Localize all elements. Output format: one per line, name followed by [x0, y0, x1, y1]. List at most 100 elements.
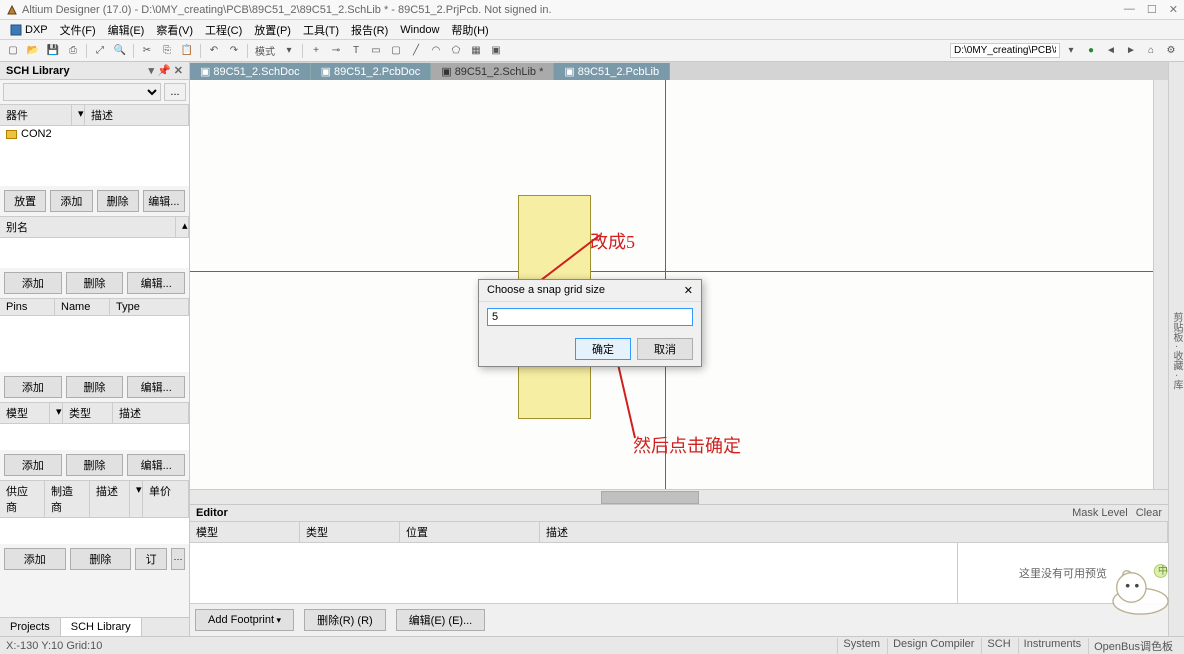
tool-line-icon[interactable]: ╱ [407, 42, 425, 60]
clear-button[interactable]: Clear [1136, 507, 1162, 519]
tool-array-icon[interactable]: ▦ [467, 42, 485, 60]
alias-list[interactable] [0, 238, 189, 268]
save-icon[interactable]: 💾 [44, 42, 62, 60]
menu-tools[interactable]: 工具(T) [297, 22, 345, 38]
supplier-add-button[interactable]: 添加 [4, 548, 66, 570]
menu-help[interactable]: 帮助(H) [445, 22, 494, 38]
path-input[interactable] [950, 43, 1060, 58]
add-button[interactable]: 添加 [50, 190, 92, 212]
tool-net-icon[interactable]: ▭ [367, 42, 385, 60]
component-row[interactable]: CON2 [0, 126, 189, 142]
mask-level-button[interactable]: Mask Level [1072, 507, 1128, 519]
tool-text-icon[interactable]: T [347, 42, 365, 60]
tool-pin-icon[interactable]: ⊸ [327, 42, 345, 60]
grid-size-input[interactable] [487, 308, 693, 326]
menu-project[interactable]: 工程(C) [199, 22, 248, 38]
menu-file[interactable]: 文件(F) [54, 22, 102, 38]
place-button[interactable]: 放置 [4, 190, 46, 212]
supplier-delete-button[interactable]: 删除 [70, 548, 132, 570]
panel-menu-icon[interactable]: ▾ [149, 64, 155, 77]
print-icon[interactable]: ⎙ [64, 42, 82, 60]
copy-icon[interactable]: ⎘ [158, 42, 176, 60]
refresh-icon[interactable]: ● [1082, 42, 1100, 60]
supplier-list[interactable] [0, 518, 189, 544]
cut-icon[interactable]: ✂ [138, 42, 156, 60]
library-filter-select[interactable] [3, 83, 161, 101]
model-list[interactable] [0, 424, 189, 450]
tool-part-icon[interactable]: ▣ [487, 42, 505, 60]
close-button[interactable]: ✕ [1169, 3, 1178, 16]
tab-schlib[interactable]: ▣89C51_2.SchLib * [431, 63, 554, 80]
pin-add-button[interactable]: 添加 [4, 376, 62, 398]
delete-button[interactable]: 删除 [97, 190, 139, 212]
canvas-v-scrollbar[interactable] [1153, 80, 1168, 489]
menu-window[interactable]: Window [394, 24, 445, 36]
path-dropdown-icon[interactable]: ▾ [1062, 42, 1080, 60]
tool-arc-icon[interactable]: ◠ [427, 42, 445, 60]
zoom-area-icon[interactable]: 🔍 [111, 42, 129, 60]
tab-projects[interactable]: Projects [0, 618, 61, 636]
canvas-h-scrollbar[interactable] [190, 489, 1168, 504]
menu-edit[interactable]: 编辑(E) [102, 22, 151, 38]
menu-place[interactable]: 放置(P) [248, 22, 297, 38]
component-list[interactable]: CON2 [0, 126, 189, 186]
panel-close-icon[interactable]: ✕ [174, 64, 183, 77]
model-add-button[interactable]: 添加 [4, 454, 62, 476]
settings-icon[interactable]: ⚙ [1162, 42, 1180, 60]
pin-delete-button[interactable]: 删除 [66, 376, 124, 398]
supplier-order-button[interactable]: 订 [135, 548, 167, 570]
tab-pcblib[interactable]: ▣89C51_2.PcbLib [554, 63, 670, 80]
pin-edit-button[interactable]: 编辑... [127, 376, 185, 398]
nav-back-icon[interactable]: ◄ [1102, 42, 1120, 60]
tool-poly-icon[interactable]: ⬠ [447, 42, 465, 60]
editor-model-list[interactable] [190, 543, 958, 603]
model-delete-button[interactable]: 删除 [66, 454, 124, 476]
tool-rect-icon[interactable]: ▢ [387, 42, 405, 60]
status-openbus[interactable]: OpenBus调色板 [1088, 638, 1178, 654]
editor-edit-button[interactable]: 编辑(E) (E)... [396, 609, 486, 631]
tab-sch-library[interactable]: SCH Library [61, 618, 142, 636]
nav-fwd-icon[interactable]: ► [1122, 42, 1140, 60]
maximize-button[interactable]: ☐ [1147, 3, 1157, 16]
menu-report[interactable]: 报告(R) [345, 22, 394, 38]
scroll-up-icon[interactable]: ▴ [176, 217, 189, 237]
status-sch[interactable]: SCH [981, 638, 1015, 654]
pins-list[interactable] [0, 316, 189, 372]
ok-button[interactable]: 确定 [575, 338, 631, 360]
dialog-close-icon[interactable]: ✕ [684, 284, 693, 297]
sort-icon[interactable]: ▾ [72, 105, 85, 125]
minimize-button[interactable]: — [1124, 3, 1135, 16]
status-system[interactable]: System [837, 638, 885, 654]
supplier-opts-button[interactable]: ⋯ [171, 548, 185, 570]
model-edit-button[interactable]: 编辑... [127, 454, 185, 476]
undo-icon[interactable]: ↶ [205, 42, 223, 60]
home-icon[interactable]: ⌂ [1142, 42, 1160, 60]
alias-add-button[interactable]: 添加 [4, 272, 62, 294]
new-icon[interactable]: ▢ [4, 42, 22, 60]
sort-icon[interactable]: ▾ [130, 481, 143, 517]
redo-icon[interactable]: ↷ [225, 42, 243, 60]
status-instruments[interactable]: Instruments [1018, 638, 1086, 654]
dxp-menu[interactable]: DXP [4, 24, 54, 36]
tab-pcbdoc[interactable]: ▣89C51_2.PcbDoc [311, 63, 432, 80]
status-compiler[interactable]: Design Compiler [887, 638, 979, 654]
alias-edit-button[interactable]: 编辑... [127, 272, 185, 294]
cancel-button[interactable]: 取消 [637, 338, 693, 360]
library-options-button[interactable]: ... [164, 83, 186, 101]
paste-icon[interactable]: 📋 [178, 42, 196, 60]
add-footprint-button[interactable]: Add Footprint [195, 609, 294, 631]
panel-pin-icon[interactable]: 📌 [157, 64, 171, 77]
mode-dropdown-icon[interactable]: ▾ [280, 42, 298, 60]
tool-plus-icon[interactable]: + [307, 42, 325, 60]
tab-schdoc[interactable]: ▣89C51_2.SchDoc [190, 63, 311, 80]
editor-remove-button[interactable]: 删除(R) (R) [304, 609, 386, 631]
sort-icon[interactable]: ▾ [50, 403, 63, 423]
open-icon[interactable]: 📂 [24, 42, 42, 60]
right-dock-strip[interactable]: 剪贴板 · 收藏 · 库 [1168, 62, 1184, 636]
edit-button[interactable]: 编辑... [143, 190, 185, 212]
menu-view[interactable]: 察看(V) [150, 22, 199, 38]
zoom-fit-icon[interactable]: ⤢ [91, 42, 109, 60]
mode-label[interactable]: 模式 [252, 42, 278, 60]
alias-delete-button[interactable]: 删除 [66, 272, 124, 294]
schematic-canvas[interactable]: 改成5 然后点击确定 Choose a snap grid size ✕ 确定 … [190, 80, 1168, 489]
